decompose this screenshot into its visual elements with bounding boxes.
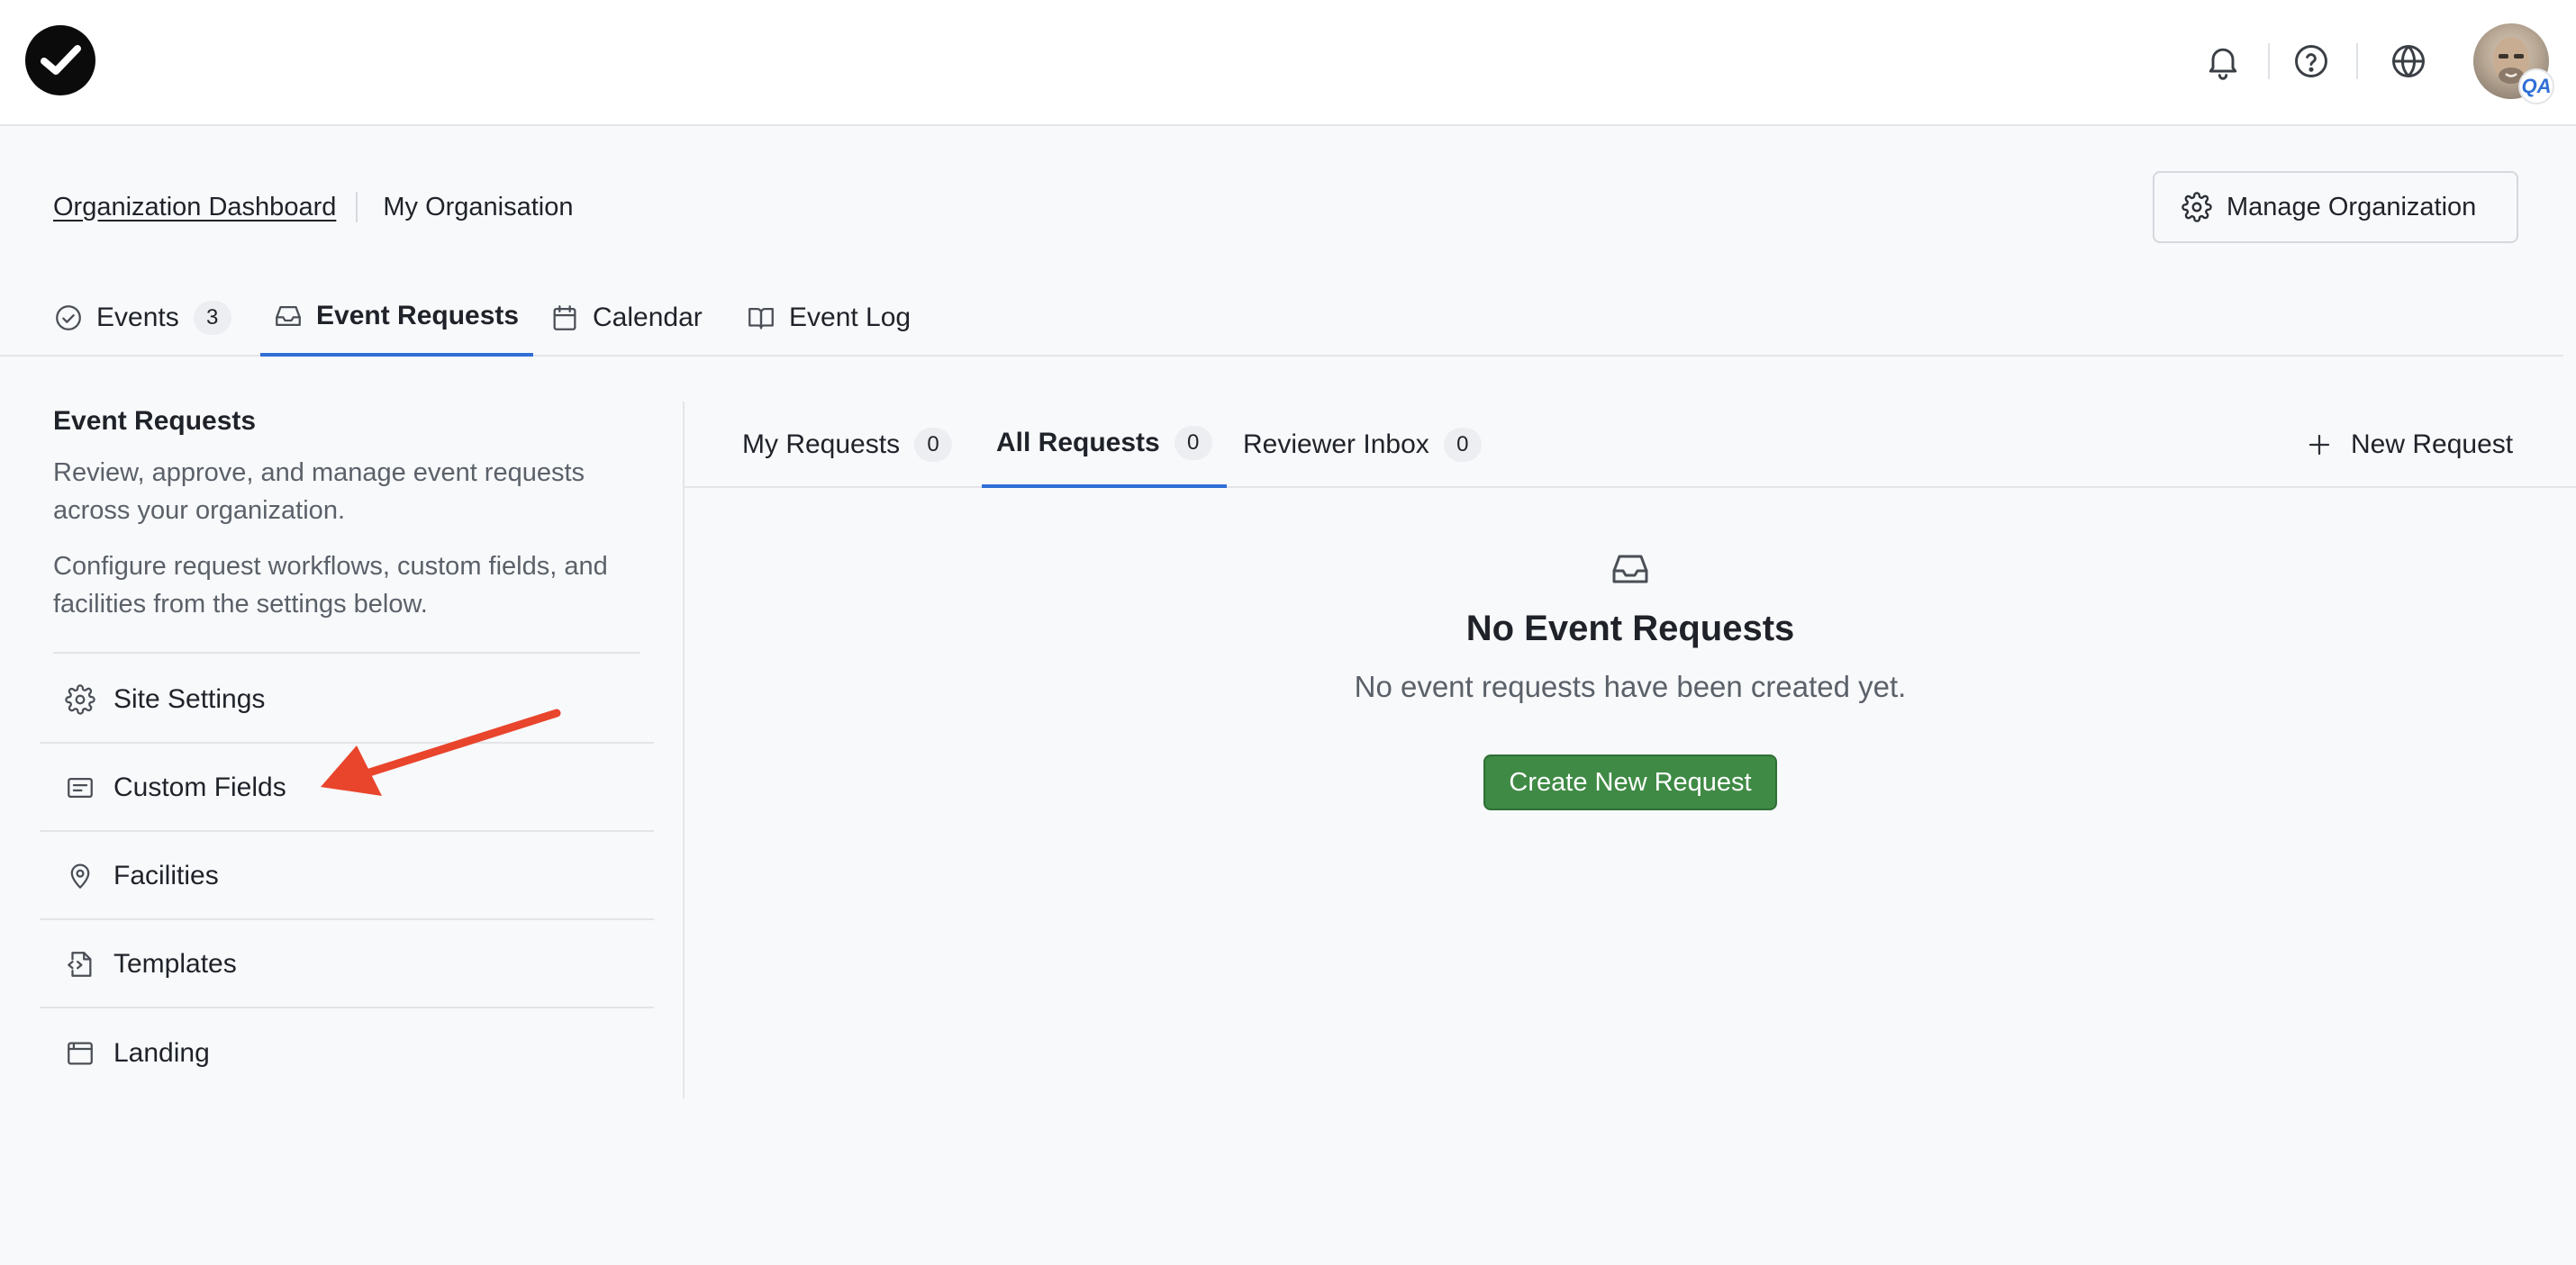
tab-calendar[interactable]: Calendar [549, 279, 703, 357]
main-tabs: Events 3 Event Requests Calendar Event L… [0, 279, 2563, 357]
sidebar-item-label: Facilities [113, 861, 219, 890]
calendar-icon [549, 303, 580, 333]
tab-all-requests-label: All Requests [996, 428, 1160, 457]
my-requests-count-badge: 0 [914, 428, 953, 462]
empty-state-description: No event requests have been created yet. [1354, 670, 1907, 703]
book-icon [746, 303, 776, 333]
inbox-icon [1609, 547, 1652, 591]
new-request-label: New Request [2351, 429, 2514, 459]
sidebar-item-templates[interactable]: Templates [40, 922, 654, 1008]
sidebar-item-label: Templates [113, 949, 237, 979]
annotation-arrow-icon [306, 702, 567, 810]
tab-all-requests[interactable]: All Requests 0 [982, 402, 1227, 488]
new-request-button[interactable]: New Request [2306, 402, 2513, 488]
sidebar-item-facilities[interactable]: Facilities [40, 834, 654, 920]
tab-my-requests[interactable]: My Requests 0 [742, 402, 953, 488]
tab-my-requests-label: My Requests [742, 429, 901, 459]
manage-organization-label: Manage Organization [2227, 192, 2477, 221]
topbar-divider [2268, 43, 2270, 79]
manage-organization-button[interactable]: Manage Organization [2153, 171, 2518, 243]
form-field-icon [65, 773, 95, 803]
tab-reviewer-inbox-label: Reviewer Inbox [1243, 429, 1429, 459]
tab-events[interactable]: Events 3 [53, 279, 231, 357]
sidebar-description: Review, approve, and manage event reques… [53, 458, 585, 525]
sidebar-divider [53, 652, 640, 654]
inbox-icon [273, 301, 304, 331]
file-code-icon [65, 949, 95, 980]
globe-icon[interactable] [2389, 41, 2428, 81]
tab-reviewer-inbox[interactable]: Reviewer Inbox 0 [1243, 402, 1482, 488]
empty-state-title: No Event Requests [1465, 609, 1795, 648]
tab-calendar-label: Calendar [593, 303, 703, 332]
top-bar: QA [0, 0, 2576, 126]
checkmark-logo-icon[interactable] [25, 25, 95, 95]
events-count-badge: 3 [193, 301, 231, 335]
help-circle-icon[interactable] [2291, 41, 2331, 81]
tab-event-requests[interactable]: Event Requests [260, 279, 534, 357]
create-new-request-button[interactable]: Create New Request [1483, 754, 1777, 810]
breadcrumb-current: My Organisation [383, 192, 574, 221]
browser-window-icon [65, 1038, 95, 1069]
tab-event-log[interactable]: Event Log [746, 279, 911, 357]
breadcrumb-divider [356, 192, 358, 222]
breadcrumb-link[interactable]: Organization Dashboard [53, 193, 336, 222]
breadcrumb: Organization Dashboard My Organisation [53, 189, 574, 225]
check-circle-icon [53, 303, 84, 333]
sidebar-item-label: Site Settings [113, 684, 266, 714]
tab-event-log-label: Event Log [789, 303, 912, 332]
tab-event-requests-label: Event Requests [316, 301, 520, 330]
sidebar-item-label: Landing [113, 1038, 210, 1068]
sidebar-item-landing[interactable]: Landing [40, 1010, 654, 1097]
gear-icon [2181, 192, 2212, 222]
tab-events-label: Events [96, 303, 179, 332]
sidebar-title: Event Requests [53, 406, 257, 436]
all-requests-count-badge: 0 [1174, 426, 1212, 460]
gear-icon [65, 684, 95, 715]
map-pin-icon [65, 861, 95, 891]
request-tabs: My Requests 0 All Requests 0 Reviewer In… [685, 402, 2576, 488]
bell-icon[interactable] [2203, 41, 2243, 81]
sidebar-description-settings: Configure request workflows, custom fiel… [53, 552, 608, 619]
reviewer-inbox-count-badge: 0 [1443, 428, 1482, 462]
avatar-badge: QA [2518, 68, 2554, 104]
topbar-divider [2356, 43, 2358, 79]
plus-icon [2306, 431, 2333, 458]
sidebar-item-label: Custom Fields [113, 773, 286, 802]
